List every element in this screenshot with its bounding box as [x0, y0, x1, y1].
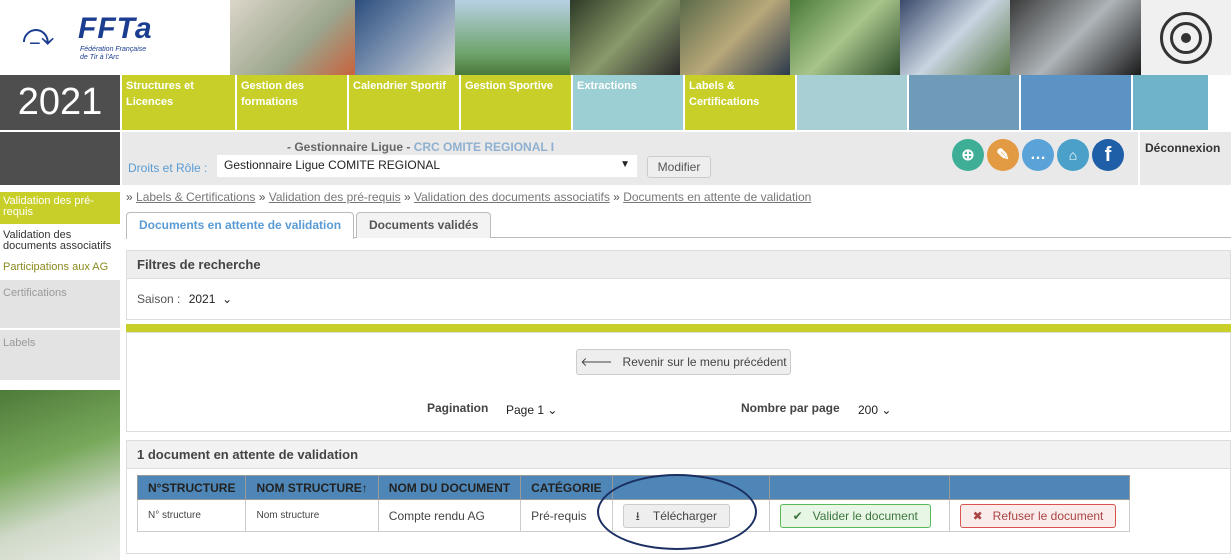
sidebar-item-certifications[interactable]: Certifications	[0, 280, 120, 328]
nav-empty-1[interactable]	[797, 75, 907, 130]
results-title: 1 document en attente de validation	[127, 441, 1230, 469]
page-select[interactable]: Page 1 ⌄	[501, 400, 563, 420]
tabs: Documents en attente de validation Docum…	[126, 212, 1231, 239]
col-structure-name[interactable]: NOM STRUCTURE↑	[245, 475, 379, 500]
nav-extractions[interactable]: Extractions	[573, 75, 683, 130]
userbar-spacer	[0, 132, 120, 185]
banner-photo-2	[355, 0, 455, 75]
lock-icon[interactable]: ⌂	[1057, 139, 1089, 171]
close-icon: ✖	[972, 508, 983, 523]
banner-photo-7	[900, 0, 1010, 75]
user-icons: ⊕ ✎ … ⌂ f	[952, 139, 1124, 171]
banner-photo-6	[790, 0, 900, 75]
banner-photo-8	[1010, 0, 1141, 75]
cell-structure-name: Nom structure	[245, 499, 379, 532]
user-bar: - Gestionnaire Ligue - CRC OMITE REGIONA…	[122, 132, 1138, 185]
nav-gestion-sportive[interactable]: Gestion Sportive	[461, 75, 571, 130]
sidebar-item-validation-documents[interactable]: Validation des documents associatifs	[0, 226, 120, 256]
filters-panel: Filtres de recherche Saison : 2021 ⌄	[126, 250, 1231, 320]
cell-document: Compte rendu AG	[377, 499, 522, 532]
banner-photo-4	[570, 0, 680, 75]
arrow-left-icon: 🡐	[580, 355, 613, 369]
target-icon	[1141, 0, 1231, 75]
season-label: Saison :	[137, 292, 181, 306]
tab-pending[interactable]: Documents en attente de validation	[126, 212, 355, 239]
highlight-annotation	[597, 474, 757, 550]
nav-gestion-formations[interactable]: Gestion des formations	[237, 75, 347, 130]
col-validate	[768, 475, 950, 500]
per-page-label: Nombre par page	[741, 401, 840, 415]
archer-arc-icon: ⤼	[22, 18, 55, 53]
season-filter: Saison : 2021 ⌄	[127, 279, 1230, 319]
nav-empty-4[interactable]	[1133, 75, 1208, 130]
breadcrumb-validation-documents[interactable]: Validation des documents associatifs	[414, 190, 610, 204]
col-structure-no[interactable]: N°STRUCTURE	[136, 475, 247, 500]
season-select[interactable]: 2021 ⌄	[183, 289, 238, 309]
col-reject	[948, 475, 1130, 500]
main-nav: 2021 Structures et Licences Gestion des …	[0, 75, 1231, 130]
banner-photo-1	[230, 0, 355, 75]
section-divider	[126, 324, 1231, 332]
check-icon: ✔	[792, 508, 803, 523]
nav-calendrier-sportif[interactable]: Calendrier Sportif	[349, 75, 459, 130]
nav-structures-licences[interactable]: Structures et Licences	[122, 75, 235, 130]
sidebar-item-validation-prerequis[interactable]: Validation des pré-requis	[0, 192, 120, 224]
col-category[interactable]: CATÉGORIE	[520, 475, 613, 500]
tab-validated[interactable]: Documents validés	[356, 212, 492, 238]
per-page-select[interactable]: 200 ⌄	[853, 400, 897, 420]
zoom-icon[interactable]: ⊕	[952, 139, 984, 171]
role-select[interactable]: Gestionnaire Ligue COMITE REGIONAL ▼	[217, 155, 637, 177]
nav-empty-3[interactable]	[1021, 75, 1131, 130]
logo-subtitle: Fédération Française de Tir à l'Arc	[80, 46, 147, 61]
banner-photo-5	[680, 0, 790, 75]
filters-title: Filtres de recherche	[127, 251, 1230, 279]
logout-link[interactable]: Déconnexion	[1140, 132, 1231, 185]
chevron-down-icon: ⌄	[222, 292, 233, 306]
chevron-down-icon: ▼	[620, 159, 630, 170]
validate-button[interactable]: ✔ Valider le document	[779, 503, 931, 528]
logo-name: FFTa	[78, 12, 153, 45]
banner-photo-3	[455, 0, 570, 75]
breadcrumb-documents-attente[interactable]: Documents en attente de validation	[623, 190, 811, 204]
chat-icon[interactable]: …	[1022, 139, 1054, 171]
breadcrumb-labels[interactable]: Labels & Certifications	[136, 190, 255, 204]
reject-button[interactable]: ✖ Refuser le document	[959, 503, 1117, 528]
actions-panel: 🡐 Revenir sur le menu précédent Paginati…	[126, 332, 1231, 432]
cell-reject: ✖ Refuser le document	[948, 499, 1130, 532]
sidebar: Validation des pré-requis Validation des…	[0, 192, 120, 560]
col-document[interactable]: NOM DU DOCUMENT	[377, 475, 522, 500]
season-year: 2021	[0, 75, 120, 130]
cell-structure-no: N° structure	[136, 499, 247, 532]
edit-icon[interactable]: ✎	[987, 139, 1019, 171]
cell-validate: ✔ Valider le document	[768, 499, 950, 532]
sidebar-item-participations-ag[interactable]: Participations aux AG	[0, 258, 120, 278]
breadcrumb-validation-prerequis[interactable]: Validation des pré-requis	[269, 190, 401, 204]
pagination-label: Pagination	[427, 401, 489, 415]
back-button[interactable]: 🡐 Revenir sur le menu précédent	[576, 349, 791, 375]
ffta-logo[interactable]: ⤼ FFTa Fédération Française de Tir à l'Ar…	[0, 0, 230, 75]
modify-button[interactable]: Modifier	[647, 156, 711, 178]
droits-label: Droits et Rôle :	[128, 161, 208, 175]
sidebar-photo	[0, 390, 120, 560]
nav-labels-certifications[interactable]: Labels & Certifications	[685, 75, 795, 130]
sidebar-item-labels[interactable]: Labels	[0, 330, 120, 380]
breadcrumb: » Labels & Certifications » Validation d…	[126, 190, 812, 204]
nav-empty-2[interactable]	[909, 75, 1019, 130]
chevron-down-icon: ⌄	[881, 403, 892, 417]
user-role-line: - Gestionnaire Ligue - CRC OMITE REGIONA…	[287, 140, 555, 154]
chevron-down-icon: ⌄	[547, 403, 558, 417]
header-banner: ⤼ FFTa Fédération Française de Tir à l'Ar…	[0, 0, 1231, 75]
facebook-icon[interactable]: f	[1092, 139, 1124, 171]
